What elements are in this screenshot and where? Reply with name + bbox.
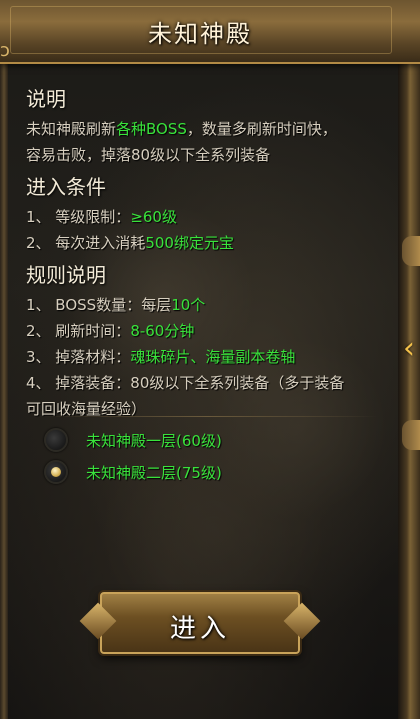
rule-drop-equipment-cont: 可回收海量经验） xyxy=(26,400,147,418)
enter-button[interactable]: 进入 xyxy=(100,592,300,654)
title-bar: 未知神殿 xyxy=(0,0,420,64)
condition-cost: 2、 每次进入消耗500绑定元宝 xyxy=(26,230,386,256)
rule-drop-materials: 3、 掉落材料：魂珠碎片、海量副本卷轴 xyxy=(26,344,386,370)
desc-line-2: 容易击败，掉落80级以下全系列装备 xyxy=(26,146,271,164)
rule-boss-value: 10个 xyxy=(171,296,206,314)
condition-level-value: ≥60级 xyxy=(130,208,177,226)
rule-boss-count: 1、 BOSS数量：每层10个 xyxy=(26,292,386,318)
condition-level-label: 1、 等级限制： xyxy=(26,208,131,226)
desc-text-a: 未知神殿刷新 xyxy=(26,120,117,138)
floor-option-label: 未知神殿二层(75级) xyxy=(86,463,222,482)
panel-left-frame xyxy=(0,0,8,719)
rule-refresh-time: 2、 刷新时间：8-60分钟 xyxy=(26,318,386,344)
floor-option-1[interactable]: 未知神殿一层(60级) xyxy=(44,428,222,452)
desc-line-1: 未知神殿刷新各种BOSS，数量多刷新时间快， xyxy=(26,116,386,142)
collapse-arrow-icon[interactable]: ‹ xyxy=(398,322,420,374)
frame-knob-ornament xyxy=(402,420,420,450)
floor-option-label: 未知神殿一层(60级) xyxy=(86,431,222,450)
section-divider xyxy=(36,416,378,417)
rule-refresh-value: 8-60分钟 xyxy=(130,322,195,340)
condition-cost-value: 500绑定元宝 xyxy=(145,234,234,252)
condition-cost-label: 2、 每次进入消耗 xyxy=(26,234,146,252)
radio-button[interactable] xyxy=(44,428,68,452)
desc-text-c: ，数量多刷新时间快， xyxy=(186,120,337,138)
rule-drop-equipment: 4、 掉落装备：80级以下全系列装备（多于装备 xyxy=(26,374,345,392)
rule-refresh-label: 2、 刷新时间： xyxy=(26,322,131,340)
desc-heading: 说明 xyxy=(26,87,66,111)
rule-materials-value: 魂珠碎片、海量副本卷轴 xyxy=(130,348,296,366)
rule-materials-label: 3、 掉落材料： xyxy=(26,348,131,366)
rule-boss-label: 1、 BOSS数量：每层 xyxy=(26,296,172,314)
panel-title: 未知神殿 xyxy=(148,20,252,48)
conditions-heading: 进入条件 xyxy=(26,175,106,199)
info-content: 说明 未知神殿刷新各种BOSS，数量多刷新时间快， 容易击败，掉落80级以下全系… xyxy=(26,86,386,422)
hook-ornament-icon: ɔ xyxy=(0,40,10,61)
enter-button-label: 进入 xyxy=(169,614,230,644)
frame-knob-ornament xyxy=(402,236,420,266)
rules-heading: 规则说明 xyxy=(26,263,106,287)
radio-button-selected[interactable] xyxy=(44,460,68,484)
floor-option-2[interactable]: 未知神殿二层(75级) xyxy=(44,460,222,484)
condition-level: 1、 等级限制：≥60级 xyxy=(26,204,386,230)
dungeon-panel: 未知神殿 ɔ 说明 未知神殿刷新各种BOSS，数量多刷新时间快， 容易击败，掉落… xyxy=(0,0,420,719)
desc-highlight: 各种BOSS xyxy=(116,120,187,138)
